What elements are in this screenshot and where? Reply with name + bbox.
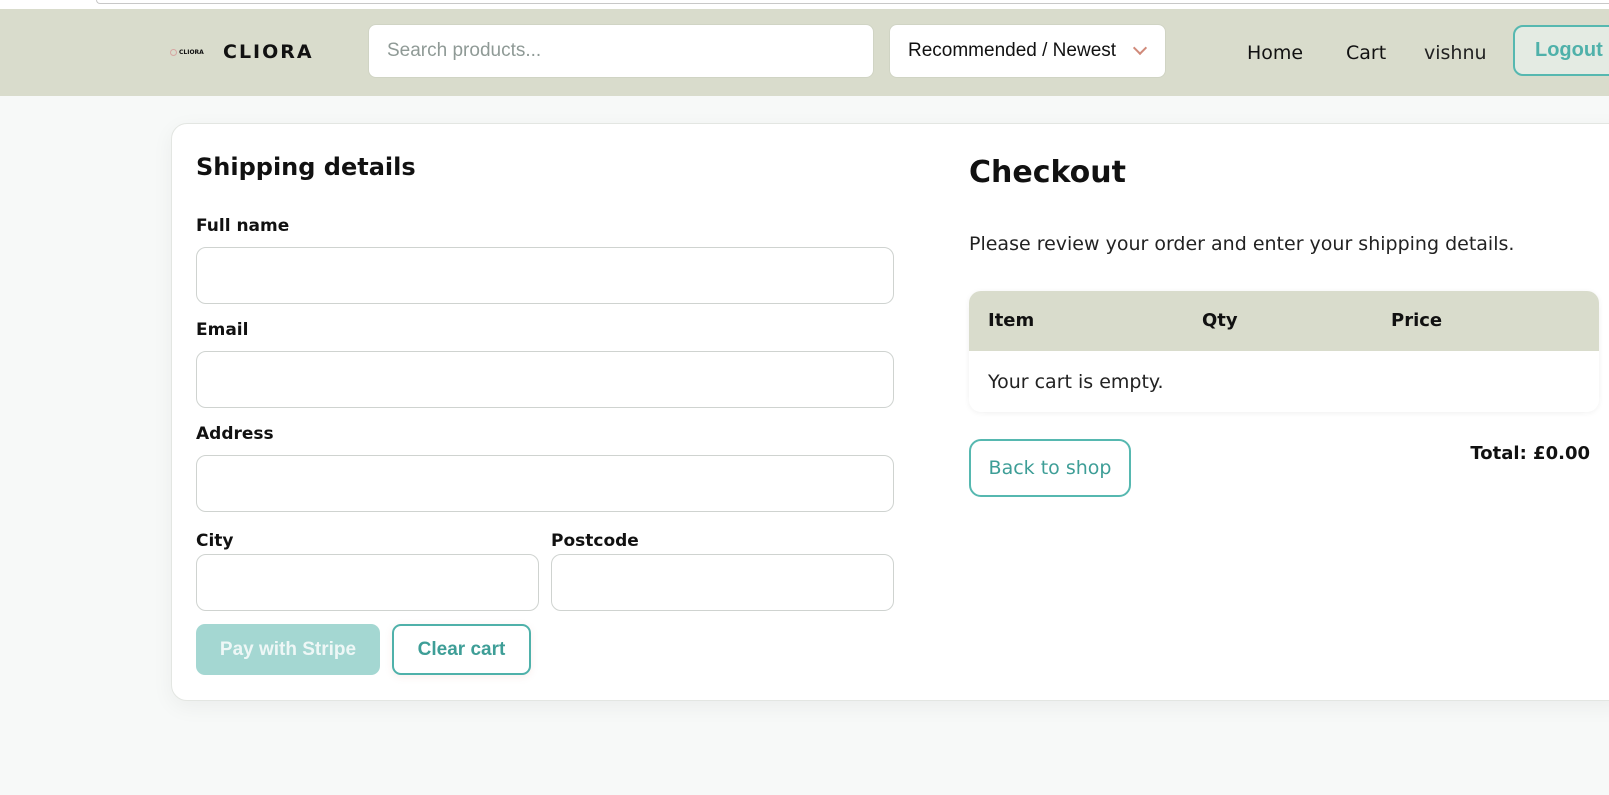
sort-selected-value: Recommended / Newest bbox=[908, 40, 1117, 61]
checkout-title: Checkout bbox=[969, 155, 1126, 190]
shipping-title: Shipping details bbox=[196, 153, 416, 181]
chevron-down-icon bbox=[1132, 40, 1148, 56]
postcode-label: Postcode bbox=[551, 531, 639, 551]
logo-dot bbox=[170, 48, 177, 56]
nav-user-name[interactable]: vishnu bbox=[1424, 42, 1487, 64]
pay-with-stripe-button[interactable]: Pay with Stripe bbox=[196, 624, 380, 675]
postcode-field[interactable] bbox=[551, 554, 894, 611]
browser-edge bbox=[96, 0, 1609, 4]
clear-cart-button[interactable]: Clear cart bbox=[392, 624, 531, 675]
address-field[interactable] bbox=[196, 455, 894, 512]
logo-icon: CLIORA bbox=[170, 46, 208, 58]
order-table: Item Qty Price Your cart is empty. bbox=[969, 291, 1599, 412]
address-label: Address bbox=[196, 424, 274, 444]
order-total: Total: £0.00 bbox=[1470, 443, 1590, 464]
full-name-label: Full name bbox=[196, 216, 290, 236]
logo-text: CLIORA bbox=[179, 48, 204, 56]
back-to-shop-button[interactable]: Back to shop bbox=[969, 439, 1131, 497]
email-field[interactable] bbox=[196, 351, 894, 408]
email-label: Email bbox=[196, 320, 249, 340]
browser-top-strip bbox=[0, 0, 1609, 9]
city-label: City bbox=[196, 531, 234, 551]
column-header-price: Price bbox=[1391, 310, 1443, 331]
column-header-qty: Qty bbox=[1202, 310, 1238, 331]
column-header-item: Item bbox=[988, 310, 1035, 331]
brand[interactable]: CLIORA CLIORA bbox=[170, 41, 314, 63]
logout-button[interactable]: Logout bbox=[1513, 25, 1609, 76]
nav-cart-link[interactable]: Cart bbox=[1346, 42, 1386, 64]
empty-cart-message: Your cart is empty. bbox=[988, 371, 1164, 393]
full-name-field[interactable] bbox=[196, 247, 894, 304]
search-input[interactable] bbox=[368, 24, 874, 78]
order-table-header: Item Qty Price bbox=[969, 291, 1599, 351]
sort-select[interactable]: Recommended / Newest bbox=[889, 24, 1166, 78]
nav-home-link[interactable]: Home bbox=[1247, 42, 1303, 64]
checkout-card bbox=[171, 123, 1609, 701]
checkout-description: Please review your order and enter your … bbox=[969, 233, 1515, 255]
brand-name: CLIORA bbox=[223, 41, 314, 63]
city-field[interactable] bbox=[196, 554, 539, 611]
